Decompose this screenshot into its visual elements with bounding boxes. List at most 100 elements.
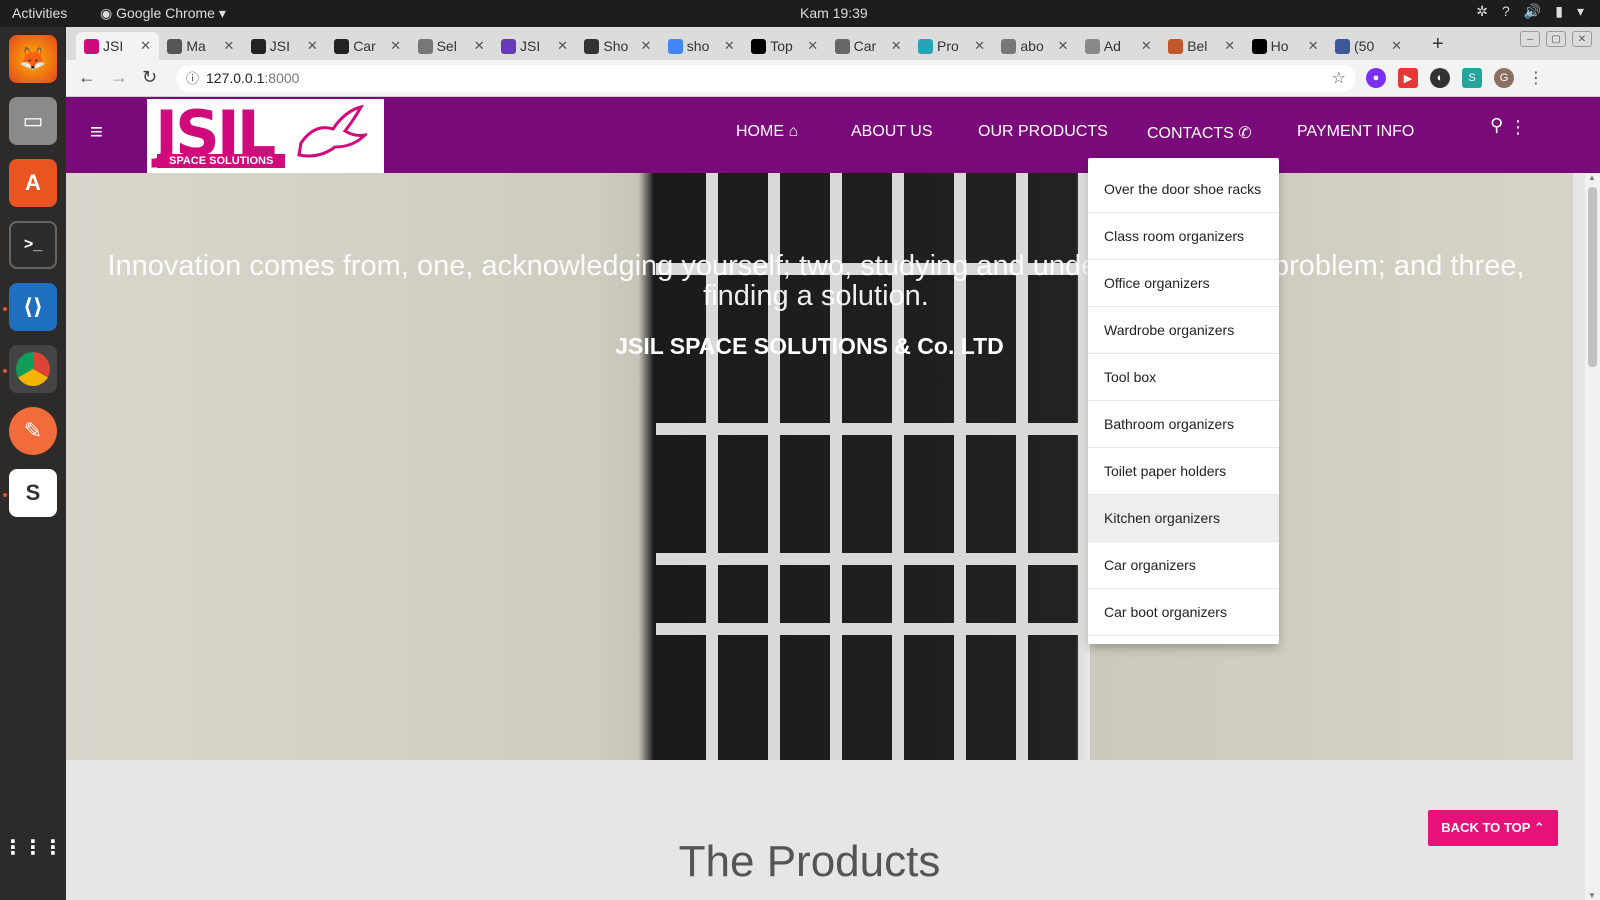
browser-tab[interactable]: Ma ✕ [159, 32, 242, 60]
scroll-down-icon[interactable]: ▼ [1588, 891, 1596, 900]
close-tab-icon[interactable]: ✕ [891, 38, 902, 54]
close-tab-icon[interactable]: ✕ [1141, 38, 1152, 54]
extension-icon[interactable]: ✲ [1476, 3, 1488, 20]
dropdown-item[interactable]: Over the door shoe racks [1088, 166, 1279, 213]
nav-home[interactable]: HOME ⌂ [736, 123, 798, 141]
back-to-top-button[interactable]: BACK TO TOP ⌃ [1428, 810, 1558, 846]
dropdown-item[interactable]: Wardrobe organizers [1088, 307, 1279, 354]
browser-tab[interactable]: Bel ✕ [1160, 32, 1243, 60]
scrollbar-thumb[interactable] [1588, 187, 1597, 367]
activities-button[interactable]: Activities [12, 5, 67, 21]
tab-label: Bel [1187, 38, 1208, 54]
dropdown-item[interactable]: Car boot organizers [1088, 589, 1279, 636]
slack-icon[interactable]: S [9, 469, 57, 517]
site-icon [1251, 38, 1267, 54]
page-scrollbar[interactable]: ▲ ▼ [1585, 173, 1600, 900]
system-tray[interactable]: ✲ ? 🔊 ▮ ▾ [1476, 3, 1584, 20]
close-tab-icon[interactable]: ✕ [807, 38, 818, 54]
chrome-menu-icon[interactable]: ⋮ [1526, 68, 1546, 88]
phone-icon: ✆ [1238, 125, 1252, 142]
hamburger-menu-icon[interactable]: ≡ [90, 119, 103, 145]
tab-label: Car [853, 38, 877, 54]
files-icon[interactable]: ▭ [9, 97, 57, 145]
postman-icon[interactable]: ✎ [9, 407, 57, 455]
browser-tab[interactable]: JSI ✕ [243, 32, 326, 60]
browser-tab[interactable]: Ad ✕ [1077, 32, 1160, 60]
browser-tab[interactable]: sho ✕ [660, 32, 743, 60]
dropdown-item[interactable]: Car organizers [1088, 542, 1279, 589]
close-tab-icon[interactable]: ✕ [724, 38, 735, 54]
info-icon[interactable]: ⓘ [186, 65, 199, 92]
back-icon[interactable]: ← [78, 67, 96, 88]
doc-icon [1001, 38, 1017, 54]
minimize-icon[interactable]: – [1520, 31, 1540, 47]
chrome-icon[interactable] [9, 345, 57, 393]
jsil-favicon [84, 38, 99, 54]
chevron-down-icon[interactable]: ▾ [1577, 3, 1584, 20]
browser-tab[interactable]: JSI ✕ [76, 32, 159, 60]
browser-tab[interactable]: Ho ✕ [1244, 32, 1327, 60]
close-tab-icon[interactable]: ✕ [1224, 38, 1235, 54]
reload-icon[interactable]: ↻ [142, 67, 157, 88]
nav-products[interactable]: OUR PRODUCTS [978, 123, 1108, 141]
dropdown-item[interactable]: Kitchen organizers [1088, 495, 1279, 542]
more-options-icon[interactable]: ⋮ [1509, 117, 1527, 138]
close-tab-icon[interactable]: ✕ [640, 38, 651, 54]
close-tab-icon[interactable]: ✕ [140, 38, 151, 54]
dropdown-item[interactable]: Toilet paper holders [1088, 448, 1279, 495]
extensions-area: ● ▶ ◐ S G ⋮ [1366, 68, 1546, 88]
app-menu[interactable]: ◉ Google Chrome ▾ [100, 5, 226, 22]
screen-recorder-icon[interactable]: ▶ [1398, 68, 1418, 88]
browser-tab[interactable]: Sho ✕ [576, 32, 659, 60]
close-tab-icon[interactable]: ✕ [557, 38, 568, 54]
maximize-icon[interactable]: ▢ [1546, 31, 1566, 47]
address-bar[interactable]: ⓘ 127.0.0.1:8000 ☆ [176, 65, 1356, 92]
software-center-icon[interactable]: A [9, 159, 57, 207]
browser-tab[interactable]: JSI ✕ [493, 32, 576, 60]
extension-purple-icon[interactable]: ● [1366, 68, 1386, 88]
battery-icon[interactable]: ▮ [1555, 3, 1563, 20]
dropdown-item[interactable]: Tool box [1088, 354, 1279, 401]
vscode-icon[interactable]: ⟨⟩ [9, 283, 57, 331]
new-tab-icon[interactable]: + [1432, 33, 1444, 56]
gmail-favicon [167, 38, 183, 54]
nav-contacts[interactable]: CONTACTS ✆ [1147, 123, 1252, 143]
browser-tab[interactable]: abo ✕ [993, 32, 1076, 60]
close-tab-icon[interactable]: ✕ [1391, 38, 1402, 54]
help-icon[interactable]: ? [1502, 3, 1510, 20]
browser-tab[interactable]: Car ✕ [827, 32, 910, 60]
dropdown-item[interactable]: Class room organizers [1088, 213, 1279, 260]
dropdown-item[interactable]: Bathroom organizers [1088, 401, 1279, 448]
browser-tab[interactable]: Top ✕ [743, 32, 826, 60]
close-tab-icon[interactable]: ✕ [474, 38, 485, 54]
extension-dark-icon[interactable]: ◐ [1430, 68, 1450, 88]
close-tab-icon[interactable]: ✕ [1057, 38, 1068, 54]
nav-about[interactable]: ABOUT US [851, 123, 933, 141]
close-tab-icon[interactable]: ✕ [974, 38, 985, 54]
profile-avatar[interactable]: G [1494, 68, 1514, 88]
app-name: Google Chrome [116, 5, 215, 21]
search-icon[interactable]: ⚲ [1490, 115, 1503, 136]
close-tab-icon[interactable]: ✕ [307, 38, 318, 54]
browser-tab[interactable]: (50 ✕ [1327, 32, 1410, 60]
browser-tab[interactable]: Pro ✕ [910, 32, 993, 60]
browser-tab[interactable]: Sel ✕ [410, 32, 493, 60]
site-logo[interactable]: JSIL SPACE SOLUTIONS [147, 97, 384, 173]
nav-payment[interactable]: PAYMENT INFO [1297, 123, 1414, 141]
dropdown-item[interactable]: Office organizers [1088, 260, 1279, 307]
firefox-icon[interactable]: 🦊 [9, 35, 57, 83]
close-tab-icon[interactable]: ✕ [223, 38, 234, 54]
volume-icon[interactable]: 🔊 [1524, 3, 1541, 20]
bookmark-star-icon[interactable]: ☆ [1332, 65, 1346, 92]
browser-tab[interactable]: Car ✕ [326, 32, 409, 60]
forward-icon[interactable]: → [110, 67, 128, 88]
extension-s-icon[interactable]: S [1462, 68, 1482, 88]
close-icon[interactable]: ✕ [1572, 31, 1592, 47]
close-tab-icon[interactable]: ✕ [390, 38, 401, 54]
tab-label: abo [1020, 38, 1044, 54]
terminal-icon[interactable]: >_ [9, 221, 57, 269]
close-tab-icon[interactable]: ✕ [1308, 38, 1319, 54]
clock[interactable]: Kam 19:39 [800, 5, 868, 21]
scroll-up-icon[interactable]: ▲ [1588, 173, 1596, 182]
app-grid-icon[interactable]: ⋮⋮⋮ [3, 823, 63, 871]
